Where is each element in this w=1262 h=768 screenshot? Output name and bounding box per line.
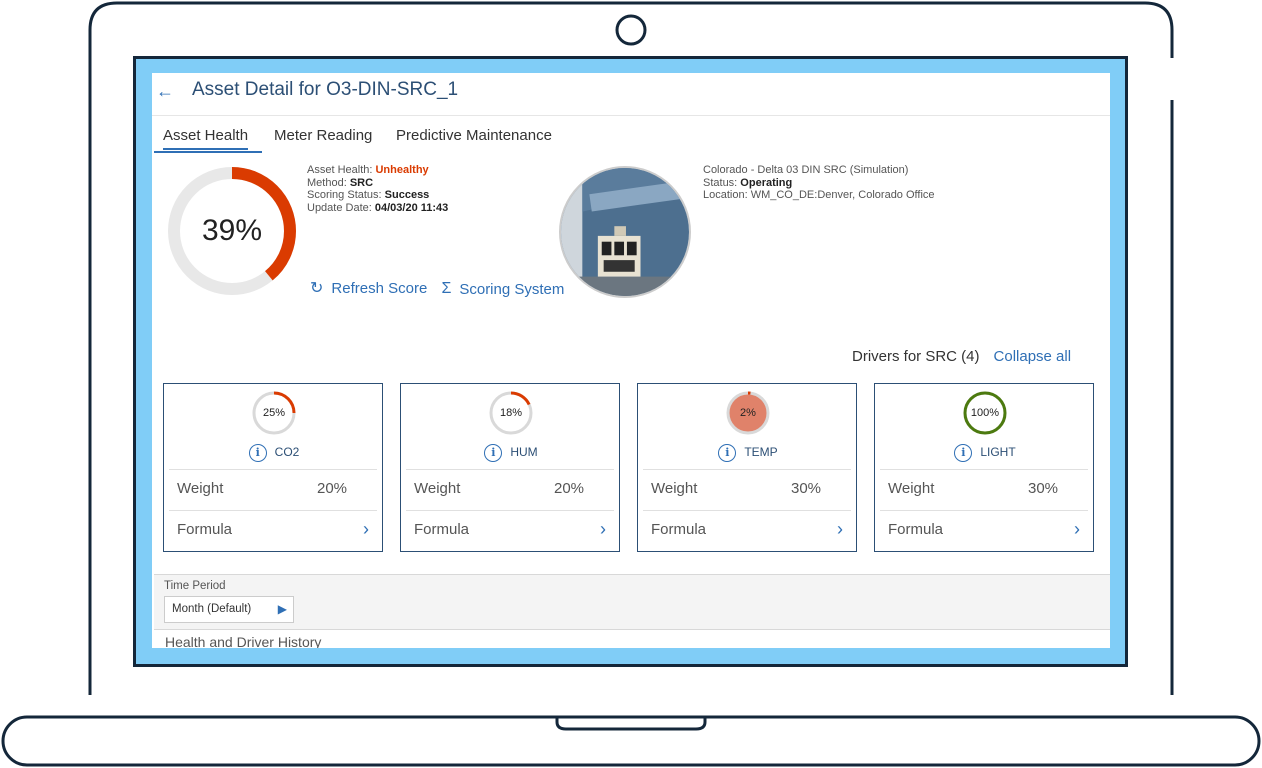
- chevron-right-icon[interactable]: ›: [600, 519, 606, 540]
- scoring-system-button[interactable]: Σ Scoring System: [441, 280, 564, 298]
- method-value: SRC: [349, 176, 374, 189]
- tab-meter-reading[interactable]: Meter Reading: [274, 127, 372, 144]
- driver-score-value: 2%: [740, 407, 756, 419]
- weight-label: Weight: [888, 480, 935, 497]
- collapse-all-link[interactable]: Collapse all: [994, 348, 1072, 365]
- driver-weight-row: Weight 20%: [169, 469, 377, 510]
- tab-active-underline: [154, 151, 262, 153]
- driver-formula-row[interactable]: Formula ›: [643, 510, 851, 551]
- tab-predictive-maintenance[interactable]: Predictive Maintenance: [396, 127, 552, 144]
- driver-score-value: 18%: [499, 407, 523, 419]
- weight-label: Weight: [414, 480, 461, 497]
- formula-label: Formula: [414, 521, 470, 538]
- driver-weight-row: Weight 20%: [406, 469, 614, 510]
- update-date-label: Update Date:: [307, 201, 375, 214]
- formula-label: Formula: [651, 521, 707, 538]
- info-icon[interactable]: i: [484, 444, 503, 462]
- driver-score-value: 25%: [262, 407, 286, 419]
- chevron-right-icon[interactable]: ›: [1074, 519, 1080, 540]
- page-header: ← Asset Detail for O3-DIN-SRC_1: [152, 73, 1110, 116]
- driver-formula-row[interactable]: Formula ›: [406, 510, 614, 551]
- time-period-bar: Time Period Month (Default) ▶: [154, 574, 1110, 630]
- driver-card-co2: 25% i CO2 Weight 20% Formula ›: [163, 383, 383, 552]
- asset-status-label: Status:: [703, 176, 741, 189]
- play-icon: ▶: [277, 602, 287, 616]
- weight-label: Weight: [651, 480, 698, 497]
- driver-name: i HUM: [401, 444, 621, 462]
- weight-value: 30%: [1028, 480, 1059, 497]
- health-score-value: 39%: [201, 214, 263, 247]
- page-title: Asset Detail for O3-DIN-SRC_1: [192, 79, 459, 100]
- driver-weight-row: Weight 30%: [643, 469, 851, 510]
- arrow-left-icon[interactable]: ←: [156, 81, 176, 101]
- health-status-label: Asset Health:: [307, 164, 376, 176]
- tab-asset-health[interactable]: Asset Health: [163, 127, 249, 150]
- update-date-value: 04/03/20 11:43: [374, 201, 449, 214]
- scoring-status-label: Scoring Status:: [307, 189, 385, 201]
- scoring-system-label: Scoring System: [459, 280, 565, 298]
- driver-score-value: 100%: [970, 407, 1000, 419]
- driver-name-label: TEMP: [744, 445, 778, 460]
- asset-status-value: Operating: [740, 176, 793, 189]
- sigma-icon: Σ: [441, 280, 452, 297]
- driver-card-light: 100% i LIGHT Weight 30% Formula ›: [874, 383, 1094, 552]
- driver-card-hum: 18% i HUM Weight 20% Formula ›: [400, 383, 620, 552]
- asset-location-value: WM_CO_DE:Denver, Colorado Office: [750, 189, 935, 201]
- health-actions: ↻ Refresh Score Σ Scoring System: [310, 278, 574, 298]
- refresh-icon: ↻: [310, 280, 324, 297]
- scoring-status-value: Success: [384, 189, 430, 201]
- driver-name: i LIGHT: [875, 444, 1095, 462]
- chevron-right-icon[interactable]: ›: [363, 519, 369, 540]
- asset-info: Colorado - Delta 03 DIN SRC (Simulation)…: [703, 164, 935, 202]
- refresh-score-button[interactable]: ↻ Refresh Score: [310, 278, 427, 298]
- weight-value: 20%: [554, 480, 585, 497]
- driver-formula-row[interactable]: Formula ›: [880, 510, 1088, 551]
- weight-value: 20%: [317, 480, 348, 497]
- driver-name-label: CO2: [274, 445, 300, 460]
- driver-name: i TEMP: [638, 444, 858, 462]
- refresh-score-label: Refresh Score: [331, 279, 428, 297]
- driver-name-label: HUM: [510, 445, 538, 460]
- asset-photo: [559, 166, 691, 298]
- info-icon[interactable]: i: [718, 444, 737, 462]
- asset-name: Colorado - Delta 03 DIN SRC (Simulation): [703, 164, 909, 176]
- time-period-value: Month (Default): [172, 603, 252, 615]
- health-meta: Asset Health: Unhealthy Method: SRC Scor…: [307, 164, 448, 214]
- history-section-title: Health and Driver History: [165, 634, 322, 648]
- info-icon[interactable]: i: [954, 444, 973, 462]
- method-label: Method:: [307, 176, 350, 189]
- health-status-value: Unhealthy: [375, 164, 429, 176]
- formula-label: Formula: [177, 521, 233, 538]
- driver-name: i CO2: [164, 444, 384, 462]
- weight-label: Weight: [177, 480, 224, 497]
- chevron-right-icon[interactable]: ›: [837, 519, 843, 540]
- time-period-label: Time Period: [164, 580, 226, 592]
- driver-card-temp: 2% i TEMP Weight 30% Formula ›: [637, 383, 857, 552]
- app-window: ← Asset Detail for O3-DIN-SRC_1 Asset He…: [152, 73, 1110, 648]
- formula-label: Formula: [888, 521, 944, 538]
- driver-name-label: LIGHT: [980, 445, 1016, 460]
- drivers-header: Drivers for SRC (4) Collapse all: [852, 348, 1071, 365]
- asset-location-label: Location:: [703, 189, 751, 201]
- driver-formula-row[interactable]: Formula ›: [169, 510, 377, 551]
- time-period-select[interactable]: Month (Default) ▶: [164, 596, 294, 623]
- weight-value: 30%: [791, 480, 822, 497]
- driver-weight-row: Weight 30%: [880, 469, 1088, 510]
- drivers-title: Drivers for SRC (4): [852, 348, 980, 365]
- info-icon[interactable]: i: [248, 444, 267, 462]
